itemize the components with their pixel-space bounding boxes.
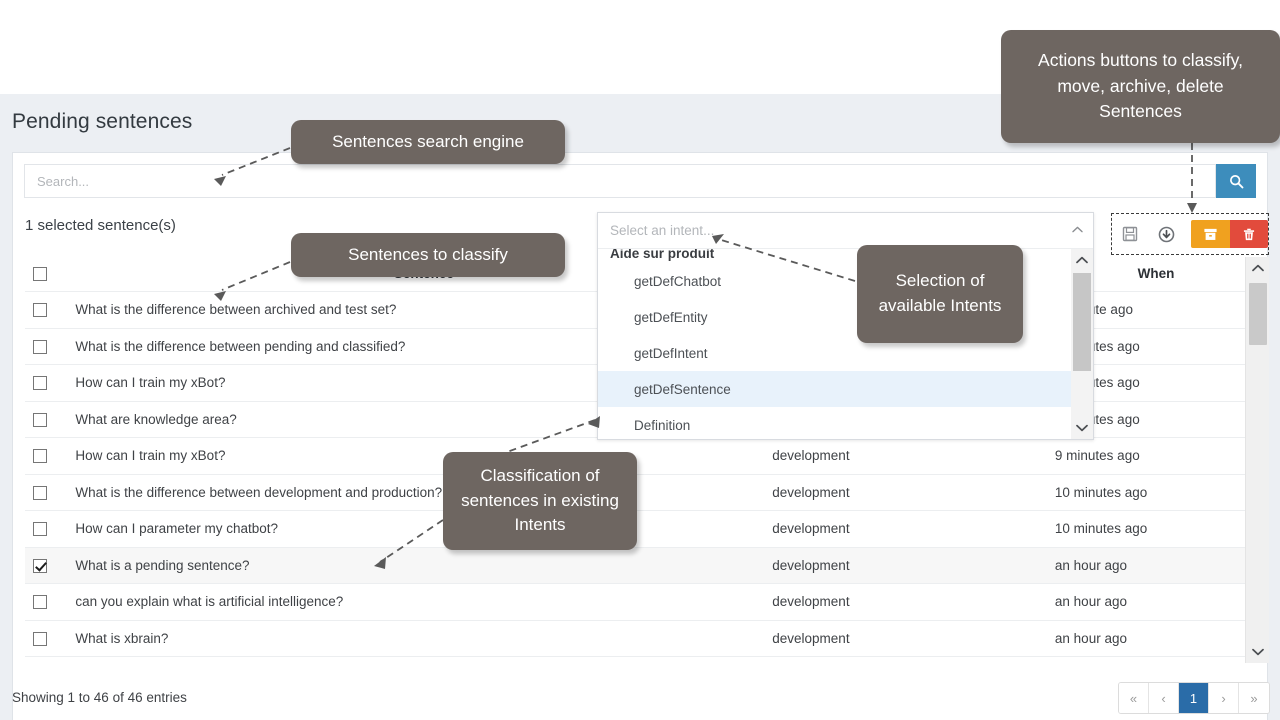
row-checkbox-cell (25, 328, 66, 365)
table-row[interactable]: How can I train my xBot? development 9 min… (25, 437, 1257, 475)
selected-count-label: 1 selected sentence(s) (25, 217, 176, 234)
row-checkbox[interactable] (33, 376, 47, 391)
cell-sentence: How can I train my xBot? (65, 437, 773, 475)
scroll-down-button[interactable] (1246, 641, 1270, 663)
callout-actions: Actions buttons to classify, move, archi… (1001, 30, 1280, 143)
table-scrollbar[interactable] (1245, 257, 1269, 663)
cell-environment: development (772, 474, 1045, 511)
chevron-up-icon (1072, 225, 1083, 236)
row-checkbox-cell (25, 547, 66, 584)
cell-sentence: How can I parameter my chatbot? (65, 510, 773, 548)
archive-box-icon (1204, 228, 1217, 240)
intent-scroll-up-button[interactable] (1071, 249, 1093, 271)
table-row[interactable]: can you explain what is artificial intel… (25, 583, 1257, 621)
intent-dropdown-header[interactable]: Select an intent... (598, 213, 1093, 249)
row-checkbox-cell (25, 474, 66, 511)
chevron-down-icon (1252, 648, 1264, 656)
callout-intents: Selection of available Intents (857, 245, 1023, 343)
cell-sentence: What is a pending sentence? (65, 547, 773, 584)
cell-when: 9 minutes ago (1044, 437, 1257, 475)
chevron-down-icon (1076, 424, 1088, 432)
pagination-next[interactable]: › (1209, 683, 1239, 713)
intent-option[interactable]: getDefSentence (598, 371, 1093, 407)
select-all-cell (25, 255, 66, 292)
row-checkbox-cell (25, 291, 66, 329)
row-checkbox-cell (25, 401, 66, 438)
cell-when: an hour ago (1044, 583, 1257, 621)
row-checkbox-cell (25, 583, 66, 621)
pagination-last[interactable]: » (1239, 683, 1269, 713)
archive-button[interactable] (1191, 220, 1230, 248)
intent-scrollbar[interactable] (1071, 249, 1093, 439)
row-checkbox-cell (25, 364, 66, 402)
row-checkbox[interactable] (33, 449, 47, 464)
move-button[interactable] (1149, 214, 1186, 254)
row-checkbox[interactable] (33, 303, 47, 318)
table-row[interactable]: How can I parameter my chatbot? developme… (25, 510, 1257, 548)
pagination-first[interactable]: « (1119, 683, 1149, 713)
action-buttons-group (1111, 213, 1269, 255)
row-checkbox[interactable] (33, 558, 47, 573)
chevron-up-icon (1252, 264, 1264, 272)
cell-when: an hour ago (1044, 620, 1257, 657)
row-checkbox[interactable] (33, 412, 47, 427)
row-checkbox[interactable] (33, 339, 47, 354)
delete-button[interactable] (1229, 220, 1268, 248)
intent-placeholder: Select an intent... (610, 223, 715, 238)
cell-when: 10 minutes ago (1044, 510, 1257, 548)
row-checkbox-cell (25, 620, 66, 657)
table-row[interactable]: What is the difference between developme… (25, 474, 1257, 511)
intent-option[interactable]: Definition (598, 407, 1093, 439)
table-row[interactable]: What is a pending sentence? development an… (25, 547, 1257, 584)
search-input[interactable] (24, 164, 1216, 198)
select-all-checkbox[interactable] (33, 266, 47, 281)
chevron-up-icon (1076, 256, 1088, 264)
entries-summary: Showing 1 to 46 of 46 entries (12, 690, 187, 705)
row-checkbox-cell (25, 510, 66, 548)
intent-scroll-down-button[interactable] (1071, 417, 1093, 439)
scroll-up-button[interactable] (1246, 257, 1270, 279)
row-checkbox[interactable] (33, 631, 47, 646)
cell-when: an hour ago (1044, 547, 1257, 584)
search-button[interactable] (1216, 164, 1256, 198)
cell-sentence: can you explain what is artificial intel… (65, 583, 773, 621)
cell-when: 10 minutes ago (1044, 474, 1257, 511)
cell-environment: development (772, 547, 1045, 584)
table-row[interactable]: What is xbrain? development an hour ago (25, 620, 1257, 657)
pagination: «‹ 1 ›» (1118, 682, 1270, 714)
app-root: Pending sentences 1 selected sentence(s) (0, 0, 1280, 720)
cell-sentence: What is the difference between developme… (65, 474, 773, 511)
cell-environment: development (772, 583, 1045, 621)
row-checkbox-cell (25, 437, 66, 475)
cell-environment: development (772, 510, 1045, 548)
cell-environment: development (772, 620, 1045, 657)
row-checkbox[interactable] (33, 485, 47, 500)
search-icon (1229, 174, 1243, 188)
search-row (13, 153, 1267, 209)
cell-sentence: What is xbrain? (65, 620, 773, 657)
page-title: Pending sentences (12, 110, 193, 133)
save-icon (1123, 226, 1138, 242)
trash-icon (1243, 228, 1254, 240)
intent-scrollbar-thumb[interactable] (1073, 273, 1091, 371)
archive-delete-group (1191, 220, 1268, 248)
row-checkbox[interactable] (33, 595, 47, 610)
scrollbar-thumb[interactable] (1249, 283, 1267, 345)
save-button[interactable] (1112, 214, 1149, 254)
pagination-page[interactable]: 1 (1179, 683, 1209, 713)
cell-environment: development (772, 437, 1045, 475)
move-down-circle-icon (1159, 226, 1175, 242)
callout-existing: Classification of sentences in existing … (443, 452, 637, 550)
callout-search: Sentences search engine (291, 120, 565, 164)
pagination-prev[interactable]: ‹ (1149, 683, 1179, 713)
row-checkbox[interactable] (33, 522, 47, 537)
callout-classify: Sentences to classify (291, 233, 565, 277)
